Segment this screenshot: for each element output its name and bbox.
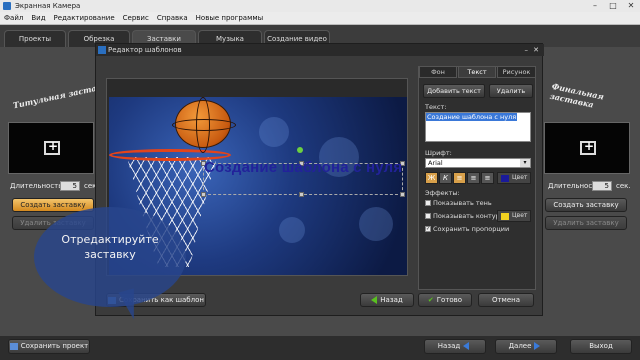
resize-handle[interactable] bbox=[201, 192, 206, 197]
text-label: Текст: bbox=[425, 103, 447, 111]
shadow-label: Показывать тень bbox=[433, 199, 492, 207]
tab-projects[interactable]: Проекты bbox=[4, 30, 66, 47]
italic-button[interactable]: К bbox=[439, 172, 452, 184]
tab-picture[interactable]: Рисунок bbox=[497, 66, 536, 78]
resize-handle[interactable] bbox=[400, 192, 405, 197]
outline-checkbox[interactable]: Показывать контур bbox=[425, 212, 500, 220]
add-icon bbox=[44, 139, 60, 155]
keep-ratio-label: Сохранить пропорции bbox=[433, 225, 510, 233]
minimize-icon[interactable]: – bbox=[586, 0, 604, 12]
next-button[interactable]: Далее bbox=[495, 339, 557, 354]
add-icon bbox=[580, 139, 596, 155]
basketball-image bbox=[172, 97, 236, 153]
done-label: Готово bbox=[436, 296, 463, 304]
text-input[interactable]: Создание шаблона с нуля bbox=[425, 112, 531, 142]
arrow-left-icon bbox=[463, 342, 470, 350]
align-center-icon[interactable]: ≡ bbox=[467, 172, 480, 184]
bokeh-light bbox=[359, 207, 393, 241]
right-title: Финальная заставка bbox=[548, 80, 605, 110]
checkbox-box: ✓ bbox=[425, 226, 431, 232]
checkbox-box bbox=[425, 213, 431, 219]
back-label: Назад bbox=[437, 342, 461, 350]
font-value: Arial bbox=[428, 159, 443, 167]
text-color-button[interactable]: Цвет bbox=[497, 172, 531, 184]
outline-label: Показывать контур bbox=[433, 212, 500, 220]
dialog-close-icon[interactable]: ✕ bbox=[533, 44, 539, 56]
dialog-back-button[interactable]: Назад bbox=[360, 293, 414, 307]
dialog-title: Редактор шаблонов bbox=[108, 46, 182, 54]
shadow-checkbox[interactable]: Показывать тень bbox=[425, 199, 492, 207]
bold-button[interactable]: Ж bbox=[425, 172, 438, 184]
save-project-label: Сохранить проект bbox=[20, 342, 89, 350]
rotate-handle[interactable] bbox=[297, 147, 303, 153]
chevron-down-icon: ▾ bbox=[520, 159, 530, 167]
resize-handle[interactable] bbox=[299, 192, 304, 197]
floppy-icon bbox=[9, 342, 18, 350]
window-title: Экранная Камера bbox=[15, 2, 81, 10]
align-left-icon[interactable]: ≡ bbox=[453, 172, 466, 184]
outline-color-swatch bbox=[501, 213, 509, 220]
left-duration-input[interactable]: 5 bbox=[60, 181, 80, 191]
right-duration-input[interactable]: 5 bbox=[592, 181, 612, 191]
checkbox-box bbox=[425, 200, 431, 206]
menu-service[interactable]: Сервис bbox=[119, 14, 153, 22]
menu-bar: Файл Вид Редактирование Сервис Справка Н… bbox=[0, 12, 640, 25]
outline-color-button[interactable]: Цвет bbox=[497, 210, 531, 222]
right-create-button[interactable]: Создать заставку bbox=[545, 198, 627, 212]
properties-panel: Фон Текст Рисунок Добавить текст Удалить… bbox=[418, 66, 536, 290]
arrow-right-icon bbox=[534, 342, 541, 350]
text-value: Создание шаблона с нуля bbox=[426, 113, 518, 121]
window-titlebar: Экранная Камера – □ ✕ bbox=[0, 0, 640, 12]
menu-file[interactable]: Файл bbox=[0, 14, 27, 22]
dialog-icon bbox=[98, 46, 106, 54]
bokeh-light bbox=[259, 117, 289, 147]
keep-ratio-checkbox[interactable]: ✓ Сохранить пропорции bbox=[425, 225, 509, 233]
effects-label: Эффекты: bbox=[425, 189, 460, 197]
left-preview[interactable] bbox=[8, 122, 94, 174]
dialog-back-label: Назад bbox=[380, 296, 403, 304]
callout-text: Отредактируйте заставку bbox=[61, 233, 159, 261]
done-button[interactable]: ✔ Готово bbox=[418, 293, 472, 307]
menu-edit[interactable]: Редактирование bbox=[50, 14, 119, 22]
text-color-label: Цвет bbox=[512, 174, 528, 181]
remove-button[interactable]: Удалить bbox=[489, 84, 533, 98]
dialog-minimize-icon[interactable]: – bbox=[525, 44, 529, 56]
tab-background[interactable]: Фон bbox=[419, 66, 457, 78]
font-select[interactable]: Arial ▾ bbox=[425, 158, 531, 168]
menu-help[interactable]: Справка bbox=[153, 14, 192, 22]
dialog-titlebar: Редактор шаблонов – ✕ bbox=[96, 44, 544, 56]
arrow-left-icon bbox=[371, 296, 378, 304]
cancel-button[interactable]: Отмена bbox=[478, 293, 534, 307]
align-right-icon[interactable]: ≡ bbox=[481, 172, 494, 184]
exit-button[interactable]: Выход bbox=[570, 339, 632, 354]
next-label: Далее bbox=[508, 342, 532, 350]
right-delete-button[interactable]: Удалить заставку bbox=[545, 216, 627, 230]
template-text[interactable]: Создание шаблона с нуля bbox=[204, 159, 402, 176]
save-project-button[interactable]: Сохранить проект bbox=[8, 339, 90, 354]
maximize-icon[interactable]: □ bbox=[604, 0, 622, 12]
add-text-button[interactable]: Добавить текст bbox=[423, 84, 485, 98]
check-icon: ✔ bbox=[427, 296, 434, 304]
outline-color-label: Цвет bbox=[512, 212, 528, 219]
text-color-swatch bbox=[501, 175, 509, 182]
font-label: Шрифт: bbox=[425, 149, 452, 157]
bokeh-light bbox=[279, 217, 305, 243]
menu-new-programs[interactable]: Новые программы bbox=[192, 14, 268, 22]
menu-view[interactable]: Вид bbox=[27, 14, 49, 22]
app-icon bbox=[3, 2, 11, 10]
right-sec-label: сек. bbox=[616, 182, 631, 190]
back-button[interactable]: Назад bbox=[424, 339, 486, 354]
tab-text[interactable]: Текст bbox=[458, 66, 496, 78]
left-duration-label: Длительность: bbox=[10, 182, 65, 190]
right-preview[interactable] bbox=[544, 122, 630, 174]
close-icon[interactable]: ✕ bbox=[622, 0, 640, 12]
